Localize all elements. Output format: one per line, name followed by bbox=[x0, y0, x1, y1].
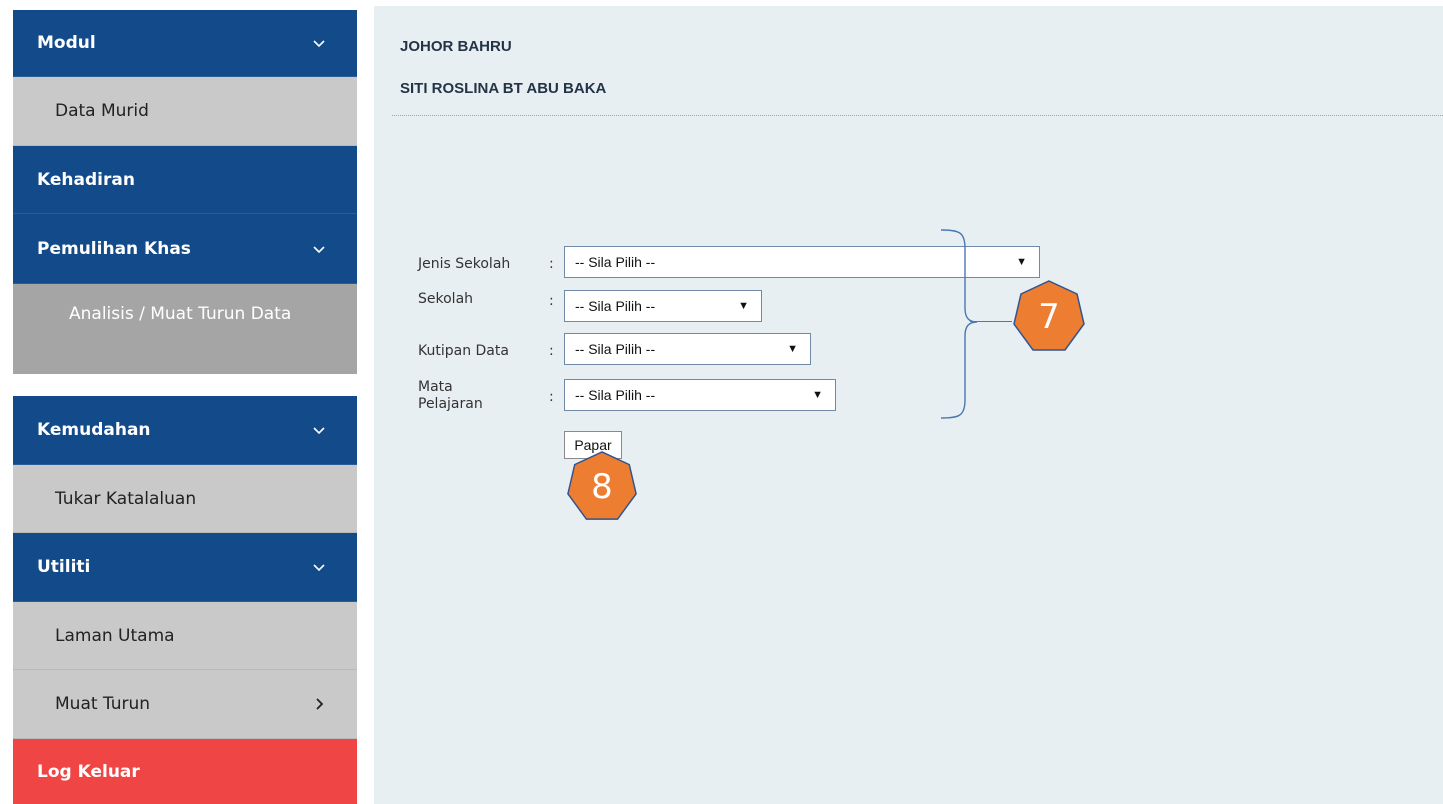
select-value: -- Sila Pilih -- bbox=[575, 387, 656, 403]
sidebar-spacer bbox=[13, 374, 357, 396]
sidebar-item-label: Modul bbox=[37, 33, 96, 53]
sidebar: Modul Data Murid Kehadiran Pemulihan Kha… bbox=[13, 10, 357, 804]
dropdown-arrow-icon: ▼ bbox=[738, 300, 749, 312]
callout-number: 7 bbox=[1038, 297, 1060, 337]
sidebar-item-label: Analisis / Muat Turun Data bbox=[69, 304, 292, 324]
sidebar-item-label: Utiliti bbox=[37, 557, 91, 577]
sidebar-item-label: Tukar Katalaluan bbox=[55, 488, 197, 509]
mata-pelajaran-select[interactable]: -- Sila Pilih -- ▼ bbox=[564, 379, 836, 411]
sidebar-item-muat-turun[interactable]: Muat Turun bbox=[13, 670, 357, 739]
sidebar-item-data-murid[interactable]: Data Murid bbox=[13, 77, 357, 146]
sidebar-item-label: Kehadiran bbox=[37, 169, 135, 190]
colon: : bbox=[549, 293, 554, 309]
sidebar-item-label: Kemudahan bbox=[37, 420, 151, 440]
sidebar-item-label: Laman Utama bbox=[55, 625, 175, 646]
sidebar-item-kemudahan[interactable]: Kemudahan bbox=[13, 396, 357, 465]
select-value: -- Sila Pilih -- bbox=[575, 298, 656, 314]
main-panel: JOHOR BAHRU SITI ROSLINA BT ABU BAKA Jen… bbox=[374, 6, 1443, 804]
sidebar-item-kehadiran[interactable]: Kehadiran bbox=[13, 146, 357, 214]
sekolah-label: Sekolah bbox=[418, 291, 474, 307]
kutipan-data-label: Kutipan Data bbox=[418, 343, 509, 359]
jenis-sekolah-label: Jenis Sekolah bbox=[418, 256, 511, 272]
mata-pelajaran-label-line1: Mata bbox=[418, 379, 453, 395]
sidebar-item-utiliti[interactable]: Utiliti bbox=[13, 533, 357, 602]
dropdown-arrow-icon: ▼ bbox=[812, 389, 823, 401]
chevron-down-icon bbox=[313, 40, 325, 48]
sekolah-select[interactable]: -- Sila Pilih -- ▼ bbox=[564, 290, 762, 322]
callout-number: 8 bbox=[591, 467, 613, 507]
colon: : bbox=[549, 389, 554, 405]
chevron-right-icon bbox=[316, 698, 324, 710]
colon: : bbox=[549, 256, 554, 272]
callout-badge: 7 bbox=[1010, 278, 1088, 356]
kutipan-data-select[interactable]: -- Sila Pilih -- ▼ bbox=[564, 333, 811, 365]
district-title: JOHOR BAHRU bbox=[400, 38, 512, 55]
sidebar-item-tukar-katalaluan[interactable]: Tukar Katalaluan bbox=[13, 465, 357, 533]
sidebar-item-log-keluar[interactable]: Log Keluar bbox=[13, 739, 357, 804]
sidebar-item-laman-utama[interactable]: Laman Utama bbox=[13, 602, 357, 670]
annotation-bracket bbox=[940, 229, 978, 419]
sidebar-item-analisis[interactable]: Analisis / Muat Turun Data bbox=[13, 284, 357, 374]
sidebar-item-label: Data Murid bbox=[55, 101, 149, 121]
chevron-down-icon bbox=[313, 427, 325, 435]
annotation-connector bbox=[970, 321, 1012, 322]
sidebar-item-label: Muat Turun bbox=[55, 694, 151, 714]
mata-pelajaran-label-line2: Pelajaran bbox=[418, 396, 483, 412]
sidebar-item-label: Pemulihan Khas bbox=[37, 238, 191, 259]
callout-badge: 8 bbox=[564, 449, 640, 525]
dropdown-arrow-icon: ▼ bbox=[1016, 256, 1027, 268]
sidebar-item-label: Log Keluar bbox=[37, 761, 140, 782]
mata-pelajaran-label: Mata Pelajaran bbox=[418, 379, 483, 413]
colon: : bbox=[549, 343, 554, 359]
chevron-down-icon bbox=[313, 564, 325, 572]
divider bbox=[392, 115, 1443, 116]
dropdown-arrow-icon: ▼ bbox=[787, 343, 798, 355]
select-value: -- Sila Pilih -- bbox=[575, 254, 656, 270]
sidebar-item-pemulihan-khas[interactable]: Pemulihan Khas bbox=[13, 214, 357, 284]
user-name: SITI ROSLINA BT ABU BAKA bbox=[400, 80, 607, 97]
sidebar-item-modul[interactable]: Modul bbox=[13, 10, 357, 77]
select-value: -- Sila Pilih -- bbox=[575, 341, 656, 357]
chevron-down-icon bbox=[313, 245, 325, 253]
